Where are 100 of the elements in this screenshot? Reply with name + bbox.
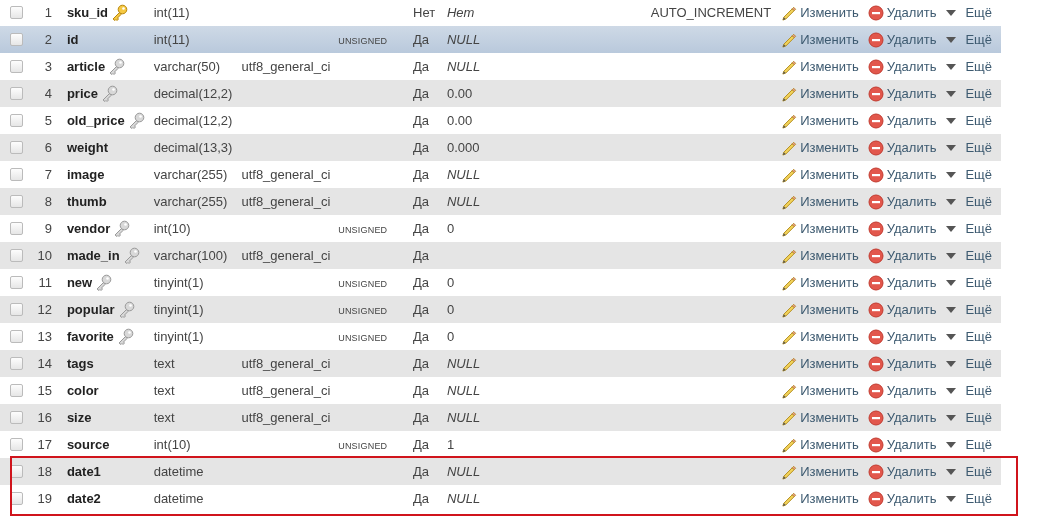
default-value: NULL (446, 410, 481, 425)
drop-link[interactable]: Удалить (867, 274, 937, 291)
default-value: 0.000 (446, 140, 480, 155)
row-checkbox[interactable] (10, 141, 24, 154)
drop-link[interactable]: Удалить (867, 409, 937, 426)
edit-link[interactable]: Изменить (781, 490, 859, 507)
drop-link[interactable]: Удалить (867, 247, 937, 264)
more-link[interactable]: Ещё (945, 59, 992, 74)
more-link[interactable]: Ещё (945, 302, 992, 317)
edit-link[interactable]: Изменить (781, 220, 859, 237)
edit-link[interactable]: Изменить (781, 328, 859, 345)
row-checkbox[interactable] (10, 249, 24, 262)
null-value: Да (413, 221, 430, 236)
edit-link[interactable]: Изменить (781, 301, 859, 318)
row-number: 16 (37, 410, 52, 425)
row-checkbox[interactable] (10, 168, 24, 181)
pencil-icon (781, 85, 798, 102)
drop-link[interactable]: Удалить (867, 220, 937, 237)
edit-link[interactable]: Изменить (781, 85, 859, 102)
edit-link[interactable]: Изменить (781, 112, 859, 129)
more-link[interactable]: Ещё (945, 356, 992, 371)
more-link[interactable]: Ещё (945, 491, 992, 506)
row-checkbox[interactable] (10, 33, 24, 46)
caret-icon (945, 278, 958, 287)
edit-link[interactable]: Изменить (781, 355, 859, 372)
more-link[interactable]: Ещё (945, 86, 992, 101)
row-checkbox[interactable] (10, 60, 24, 73)
row-checkbox[interactable] (10, 438, 24, 451)
more-link[interactable]: Ещё (945, 248, 992, 263)
more-link[interactable]: Ещё (945, 5, 992, 20)
more-link[interactable]: Ещё (945, 275, 992, 290)
drop-link[interactable]: Удалить (867, 4, 937, 21)
column-name: vendor (66, 221, 111, 236)
more-link[interactable]: Ещё (945, 329, 992, 344)
drop-link[interactable]: Удалить (867, 490, 937, 507)
row-checkbox[interactable] (10, 195, 24, 208)
drop-link[interactable]: Удалить (867, 112, 937, 129)
key-icon (122, 247, 140, 264)
more-link[interactable]: Ещё (945, 194, 992, 209)
more-link[interactable]: Ещё (945, 32, 992, 47)
drop-link[interactable]: Удалить (867, 436, 937, 453)
pencil-icon (781, 355, 798, 372)
drop-link[interactable]: Удалить (867, 301, 937, 318)
edit-link[interactable]: Изменить (781, 436, 859, 453)
row-checkbox[interactable] (10, 276, 24, 289)
row-checkbox[interactable] (10, 411, 24, 424)
edit-link[interactable]: Изменить (781, 247, 859, 264)
default-value: NULL (446, 356, 481, 371)
edit-link[interactable]: Изменить (781, 58, 859, 75)
drop-link[interactable]: Удалить (867, 85, 937, 102)
edit-link[interactable]: Изменить (781, 382, 859, 399)
attribute: UNSIGNED (338, 333, 388, 343)
edit-link[interactable]: Изменить (781, 193, 859, 210)
edit-link[interactable]: Изменить (781, 463, 859, 480)
edit-link[interactable]: Изменить (781, 166, 859, 183)
extra-value: AUTO_INCREMENT (650, 5, 772, 20)
more-link[interactable]: Ещё (945, 140, 992, 155)
column-name: sku_id (66, 5, 109, 20)
edit-link[interactable]: Изменить (781, 31, 859, 48)
edit-link[interactable]: Изменить (781, 409, 859, 426)
default-value: Нет (446, 5, 475, 20)
attribute: UNSIGNED (338, 441, 388, 451)
more-link[interactable]: Ещё (945, 383, 992, 398)
more-link[interactable]: Ещё (945, 437, 992, 452)
caret-icon (945, 332, 958, 341)
column-type: varchar(100) (153, 248, 228, 263)
drop-link[interactable]: Удалить (867, 382, 937, 399)
column-name: made_in (66, 248, 120, 263)
row-checkbox[interactable] (10, 222, 24, 235)
more-link[interactable]: Ещё (945, 113, 992, 128)
key-icon (111, 4, 129, 21)
row-checkbox[interactable] (10, 6, 24, 19)
row-checkbox[interactable] (10, 303, 24, 316)
row-checkbox[interactable] (10, 114, 24, 127)
drop-link[interactable]: Удалить (867, 31, 937, 48)
row-number: 1 (44, 5, 52, 20)
drop-link[interactable]: Удалить (867, 328, 937, 345)
more-link[interactable]: Ещё (945, 221, 992, 236)
drop-link[interactable]: Удалить (867, 463, 937, 480)
default-value: 1 (446, 437, 455, 452)
edit-link[interactable]: Изменить (781, 4, 859, 21)
more-link[interactable]: Ещё (945, 464, 992, 479)
more-link[interactable]: Ещё (945, 167, 992, 182)
drop-link[interactable]: Удалить (867, 166, 937, 183)
more-link[interactable]: Ещё (945, 410, 992, 425)
caret-icon (945, 116, 958, 125)
edit-link[interactable]: Изменить (781, 274, 859, 291)
drop-link[interactable]: Удалить (867, 58, 937, 75)
column-type: varchar(255) (153, 194, 228, 209)
row-checkbox[interactable] (10, 87, 24, 100)
column-type: decimal(12,2) (153, 113, 233, 128)
drop-link[interactable]: Удалить (867, 139, 937, 156)
drop-link[interactable]: Удалить (867, 355, 937, 372)
column-name: article (66, 59, 106, 74)
minus-circle-icon (867, 328, 884, 345)
edit-link[interactable]: Изменить (781, 139, 859, 156)
row-checkbox[interactable] (10, 330, 24, 343)
drop-link[interactable]: Удалить (867, 193, 937, 210)
row-checkbox[interactable] (10, 357, 24, 370)
row-checkbox[interactable] (10, 384, 24, 397)
